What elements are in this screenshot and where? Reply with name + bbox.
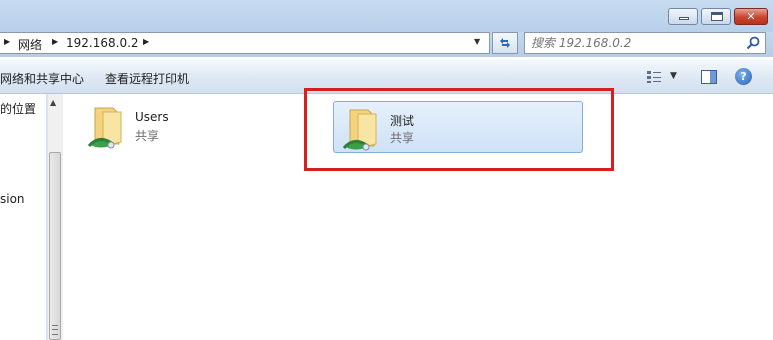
- item-name: Users: [135, 110, 169, 124]
- view-options-dropdown-icon[interactable]: ▼: [670, 71, 677, 81]
- nav-scrollbar[interactable]: ▲: [47, 94, 63, 340]
- search-icon[interactable]: [745, 35, 761, 51]
- search-field[interactable]: [524, 32, 766, 54]
- refresh-button[interactable]: [492, 32, 518, 54]
- maximize-button[interactable]: [701, 8, 731, 25]
- breadcrumb-arrow-icon[interactable]: ▶: [4, 37, 10, 46]
- address-dropdown-icon[interactable]: ▼: [474, 37, 480, 46]
- close-icon: ✕: [746, 10, 756, 23]
- scroll-thumb[interactable]: [49, 152, 61, 340]
- item-name: 测试: [390, 114, 415, 128]
- file-list: Users 共享 测试 共享: [63, 94, 773, 340]
- help-icon[interactable]: ?: [735, 68, 752, 85]
- breadcrumb-arrow-icon[interactable]: ▶: [143, 37, 149, 46]
- change-view-icon[interactable]: [646, 70, 662, 84]
- nav-item-version[interactable]: sion: [0, 192, 25, 206]
- address-bar-row: ▶ 网络 ▶ 192.168.0.2 ▶ ▼: [0, 32, 773, 57]
- breadcrumb-network[interactable]: 网络: [18, 36, 42, 53]
- breadcrumb-arrow-icon[interactable]: ▶: [52, 37, 58, 46]
- shared-folder-icon: [342, 109, 377, 151]
- list-item-users[interactable]: Users 共享: [79, 100, 329, 152]
- item-subtitle: 共享: [390, 131, 415, 145]
- maximize-icon: [711, 12, 723, 21]
- minimize-icon: [679, 17, 689, 20]
- item-subtitle: 共享: [135, 129, 160, 143]
- minimize-button[interactable]: [668, 8, 698, 25]
- list-item-test[interactable]: 测试 共享: [333, 101, 583, 153]
- close-button[interactable]: ✕: [734, 8, 768, 25]
- network-sharing-center-button[interactable]: 网络和共享中心: [0, 70, 84, 87]
- refresh-icon: [500, 38, 510, 48]
- title-bar: ✕: [0, 0, 773, 32]
- breadcrumb-host[interactable]: 192.168.0.2: [66, 36, 139, 50]
- address-bar[interactable]: ▶ 网络 ▶ 192.168.0.2 ▶ ▼: [0, 32, 490, 54]
- view-remote-printers-button[interactable]: 查看远程打印机: [105, 70, 189, 87]
- navigation-pane: 的位置 sion: [0, 94, 47, 340]
- grip-icon: [52, 325, 58, 335]
- shared-folder-icon: [87, 107, 122, 149]
- nav-item-locations[interactable]: 的位置: [0, 100, 36, 117]
- search-input[interactable]: [531, 35, 731, 51]
- preview-pane-icon[interactable]: [701, 70, 717, 84]
- scroll-up-icon[interactable]: ▲: [50, 98, 56, 107]
- command-bar: 网络和共享中心 查看远程打印机 ▼ ?: [0, 60, 773, 94]
